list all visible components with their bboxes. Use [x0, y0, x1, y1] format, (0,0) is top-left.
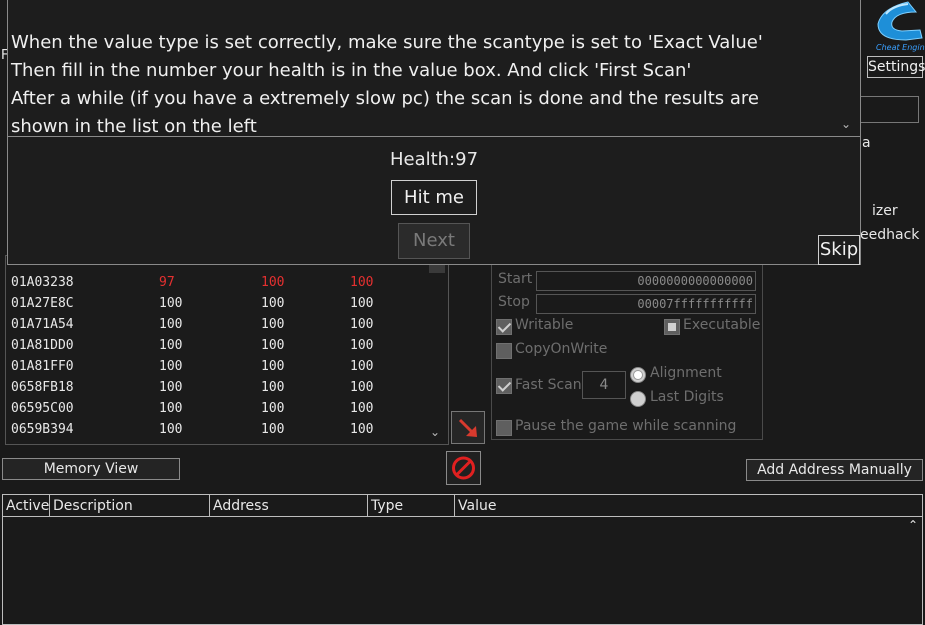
arrow-down-right-icon	[458, 418, 477, 437]
address-cell: 01A71A54	[11, 317, 74, 332]
column-header-description[interactable]: Description	[50, 495, 210, 517]
previous-cell: 100	[261, 296, 285, 311]
value-cell: 100	[159, 317, 183, 332]
health-value: 97	[455, 149, 479, 170]
table-row[interactable]: 01A03238 97 100 100	[11, 275, 431, 296]
first-cell: 100	[350, 317, 374, 332]
tutorial-line: Then fill in the number your health is i…	[11, 60, 692, 81]
first-cell: 100	[350, 359, 374, 374]
table-row[interactable]: 01A81FF0 100 100 100	[11, 359, 431, 380]
last-digits-radio[interactable]	[630, 391, 646, 407]
column-header-address[interactable]: Address	[210, 495, 368, 517]
table-row[interactable]: 0659B394 100 100 100	[11, 422, 431, 443]
value-cell: 100	[159, 338, 183, 353]
found-addresses-list[interactable]: 01A1F610 100 100 100 01A032389710010001A…	[5, 255, 449, 445]
last-digits-label: Last Digits	[650, 389, 724, 405]
tutorial-line: After a while (if you have a extremely s…	[11, 88, 759, 109]
tutorial-instructions: When the value type is set correctly, ma…	[8, 0, 860, 137]
table-row[interactable]: 01A71A54 100 100 100	[11, 317, 431, 338]
value-cell: 100	[159, 380, 183, 395]
first-cell: 100	[350, 296, 374, 311]
tutorial-line: When the value type is set correctly, ma…	[11, 32, 763, 53]
settings-button[interactable]: Settings	[867, 56, 925, 78]
address-cell: 01A81FF0	[11, 359, 74, 374]
first-cell: 100	[350, 422, 374, 437]
address-cell: 01A81DD0	[11, 338, 74, 353]
first-cell: 100	[350, 401, 374, 416]
previous-cell: 100	[261, 422, 285, 437]
address-cell: 0659B394	[11, 422, 74, 437]
cheat-engine-logo: Cheat Engine	[868, 0, 925, 54]
value-cell: 97	[159, 275, 175, 290]
copyonwrite-label: CopyOnWrite	[515, 341, 608, 357]
previous-cell: 100	[261, 380, 285, 395]
chevron-up-icon[interactable]: ⌃	[905, 518, 921, 538]
value-cell: 100	[159, 359, 183, 374]
chevron-down-icon[interactable]: ⌄	[841, 117, 855, 131]
tutorial-line: shown in the list on the left	[11, 116, 257, 137]
cheat-table[interactable]: Active Description Address Type Value	[2, 494, 923, 625]
first-cell: 100	[350, 338, 374, 353]
table-row[interactable]: 01A81DD0 100 100 100	[11, 338, 431, 359]
writable-checkbox[interactable]	[496, 319, 512, 335]
fastscan-checkbox[interactable]	[496, 378, 512, 394]
address-cell: 01A27E8C	[11, 296, 74, 311]
column-header-type[interactable]: Type	[368, 495, 455, 517]
address-cell: 06595C00	[11, 401, 74, 416]
alignment-label: Alignment	[650, 365, 722, 381]
writable-label: Writable	[515, 317, 574, 333]
start-address-input[interactable]: 0000000000000000	[536, 271, 756, 291]
health-label: Health:	[389, 149, 456, 170]
table-row[interactable]: 06595C00 100 100 100	[11, 401, 431, 422]
previous-cell: 100	[261, 401, 285, 416]
executable-label: Executable	[683, 317, 761, 333]
address-cell: 0658FB18	[11, 380, 74, 395]
copyonwrite-checkbox[interactable]	[496, 343, 512, 359]
memory-scan-options: Start 0000000000000000 Stop 00007fffffff…	[491, 262, 763, 440]
column-header-value[interactable]: Value	[455, 495, 922, 517]
value-cell: 100	[159, 296, 183, 311]
next-button[interactable]: Next	[398, 223, 470, 259]
value-cell: 100	[159, 422, 183, 437]
chevron-down-icon[interactable]: ⌄	[430, 425, 440, 439]
previous-cell: 100	[261, 359, 285, 374]
randomizer-label-fragment: izer	[872, 203, 898, 219]
address-cell: 01A03238	[11, 275, 74, 290]
alignment-radio[interactable]	[630, 367, 646, 383]
fastscan-label: Fast Scan	[515, 377, 582, 393]
pause-game-checkbox[interactable]	[496, 420, 512, 436]
health-display: Health:97	[8, 149, 860, 170]
stop-address-input[interactable]: 00007fffffffffff	[536, 294, 756, 314]
column-header-active[interactable]: Active	[3, 495, 50, 517]
skip-button[interactable]: Skip	[818, 235, 860, 265]
start-label: Start	[498, 271, 533, 287]
previous-cell: 100	[261, 338, 285, 353]
logo-text: Cheat Engine	[876, 43, 925, 52]
no-entry-icon	[452, 456, 475, 480]
first-cell: 100	[350, 275, 374, 290]
table-row[interactable]: 01A27E8C 100 100 100	[11, 296, 431, 317]
executable-checkbox[interactable]	[664, 319, 680, 335]
add-address-manually-button[interactable]: Add Address Manually	[746, 459, 923, 481]
stop-label: Stop	[498, 294, 530, 310]
previous-cell: 100	[261, 275, 285, 290]
value-cell: 100	[159, 401, 183, 416]
table-row[interactable]: 0658FB18 100 100 100	[11, 380, 431, 401]
first-cell: 100	[350, 380, 374, 395]
tutorial-window: When the value type is set correctly, ma…	[7, 0, 861, 265]
value-input-fragment[interactable]	[856, 96, 919, 123]
previous-cell: 100	[261, 317, 285, 332]
fastscan-alignment-input[interactable]: 4	[582, 371, 626, 399]
results-scrollbar[interactable]: ⌄	[427, 255, 447, 445]
hit-me-button[interactable]: Hit me	[391, 180, 477, 215]
speedhack-label-fragment: eedhack	[860, 227, 920, 243]
clear-list-button[interactable]	[446, 451, 481, 485]
add-to-list-arrow-button[interactable]	[451, 411, 485, 444]
memory-view-button[interactable]: Memory View	[2, 458, 180, 480]
label-fragment: a	[862, 135, 871, 151]
splitter-handle[interactable]	[446, 485, 482, 496]
pause-game-label: Pause the game while scanning	[515, 418, 737, 434]
